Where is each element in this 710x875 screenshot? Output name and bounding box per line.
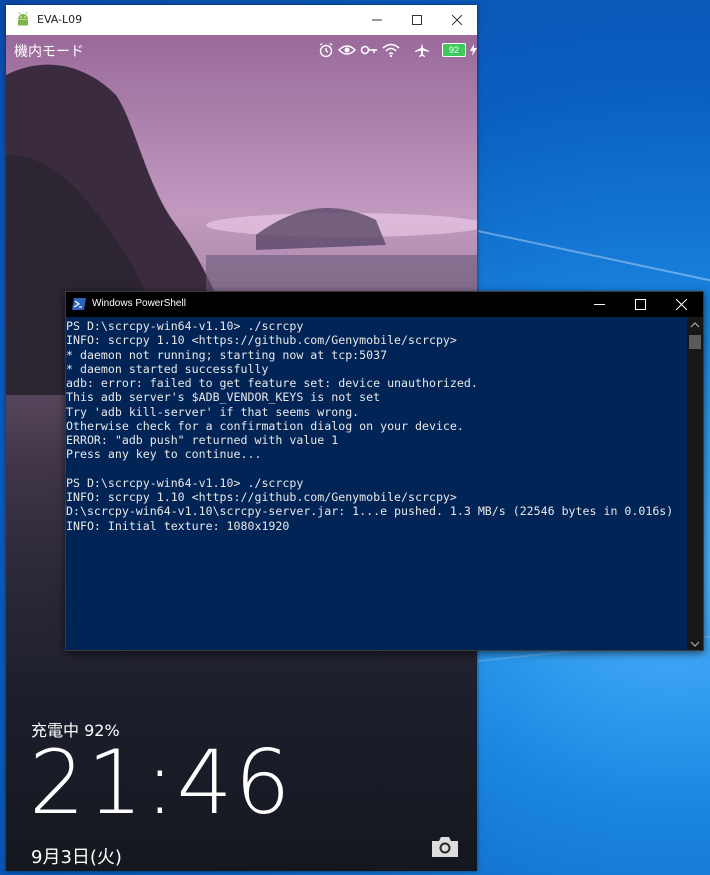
powershell-maximize-button[interactable]: [621, 292, 661, 317]
console-line: INFO: scrcpy 1.10 <https://github.com/Ge…: [66, 490, 457, 504]
powershell-close-button[interactable]: [662, 292, 702, 317]
console-line: PS D:\scrcpy-win64-v1.10> ./scrcpy: [66, 475, 304, 490]
scrcpy-titlebar[interactable]: EVA-L09: [6, 5, 477, 35]
powershell-console[interactable]: PS D:\scrcpy-win64-v1.10> ./scrcpy INFO: …: [66, 319, 686, 647]
android-icon: [15, 12, 31, 28]
powershell-scrollbar[interactable]: [687, 317, 703, 650]
scrcpy-window-title: EVA-L09: [37, 13, 83, 26]
key-icon: [360, 45, 377, 55]
eye-icon: [338, 45, 356, 55]
close-icon: [452, 15, 462, 25]
close-icon: [676, 299, 687, 310]
maximize-icon: [635, 299, 646, 310]
powershell-titlebar[interactable]: Windows PowerShell: [66, 292, 703, 317]
console-line: Press any key to continue...: [66, 447, 262, 462]
maximize-button[interactable]: [397, 5, 437, 35]
maximize-icon: [412, 15, 422, 25]
powershell-window[interactable]: Windows PowerShell PS D:\scrcpy-win64-v1…: [65, 291, 704, 651]
console-line: Otherwise check for a confirmation dialo…: [66, 418, 464, 433]
camera-icon[interactable]: [430, 835, 460, 859]
powershell-window-title: Windows PowerShell: [92, 298, 186, 309]
wifi-icon: [382, 43, 400, 58]
lockscreen-clock: 21:46: [29, 731, 293, 834]
console-line: INFO: Initial texture: 1080x1920: [66, 518, 290, 533]
minimize-icon: [372, 19, 382, 21]
console-line: Try 'adb kill-server' if that seems wron…: [66, 404, 360, 419]
charging-bolt-icon: [470, 44, 477, 56]
battery-icon: 92: [442, 43, 466, 57]
lockscreen-date: 9月3日(火): [31, 847, 122, 868]
chevron-down-icon: [690, 641, 700, 647]
scroll-down-button[interactable]: [687, 636, 703, 650]
minimize-button[interactable]: [357, 5, 397, 35]
scroll-up-button[interactable]: [687, 317, 703, 331]
status-bar-icons: 92: [318, 40, 477, 60]
airplane-mode-label: 機内モード: [14, 44, 84, 60]
scrollbar-thumb[interactable]: [689, 335, 701, 349]
chevron-up-icon: [690, 322, 700, 328]
alarm-icon: [319, 42, 333, 58]
console-line: * daemon started successfully: [66, 361, 269, 376]
console-line: ERROR: "adb push" returned with value 1: [66, 433, 339, 447]
console-line: D:\scrcpy-win64-v1.10\scrcpy-server.jar:…: [66, 504, 674, 519]
console-line: PS D:\scrcpy-win64-v1.10> ./scrcpy: [66, 319, 304, 333]
console-line: adb: error: failed to get feature set: d…: [66, 376, 478, 390]
minimize-icon: [594, 304, 605, 305]
console-line: INFO: scrcpy 1.10 <https://github.com/Ge…: [66, 333, 457, 348]
powershell-icon: [72, 298, 86, 310]
close-button[interactable]: [437, 5, 477, 35]
console-line: * daemon not running; starting now at tc…: [66, 347, 388, 362]
powershell-minimize-button[interactable]: [580, 292, 620, 317]
airplane-icon: [415, 43, 429, 57]
console-line: This adb server's $ADB_VENDOR_KEYS is no…: [66, 390, 381, 405]
